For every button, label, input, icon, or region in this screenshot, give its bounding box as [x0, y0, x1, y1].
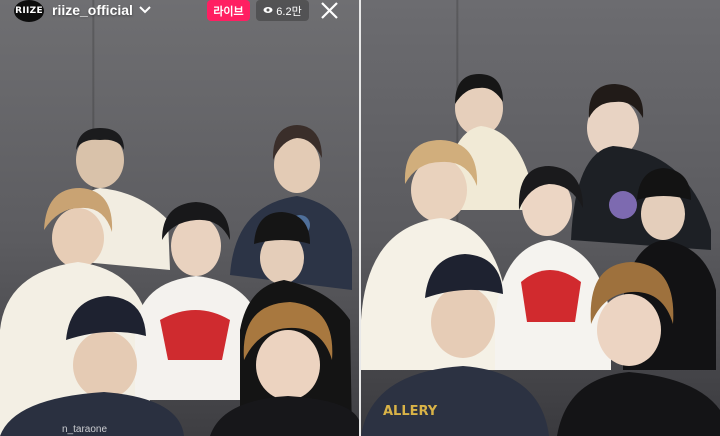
svg-text:ALLERY: ALLERY [383, 404, 438, 419]
comment-username: n_taraone [62, 424, 108, 435]
viewer-count: 6.2만 [276, 5, 302, 18]
group-photo: ALLERY [361, 74, 720, 436]
close-icon[interactable] [318, 0, 340, 22]
live-badge: 라이브 [207, 0, 250, 21]
stream-frame-left: n_taraone RIIZE riize_official 라이브 6.2만 [0, 0, 359, 436]
viewer-count-badge: 6.2만 [256, 0, 309, 21]
stream-frame-right: ALLERY [361, 0, 720, 436]
username-label[interactable]: riize_official [52, 2, 133, 18]
group-photo [0, 125, 359, 436]
chevron-down-icon[interactable] [138, 3, 152, 22]
eye-icon [263, 5, 273, 17]
profile-avatar[interactable]: RIIZE [14, 0, 44, 22]
close-button[interactable] [318, 0, 342, 22]
live-header: RIIZE riize_official 라이브 6.2만 [0, 0, 359, 26]
